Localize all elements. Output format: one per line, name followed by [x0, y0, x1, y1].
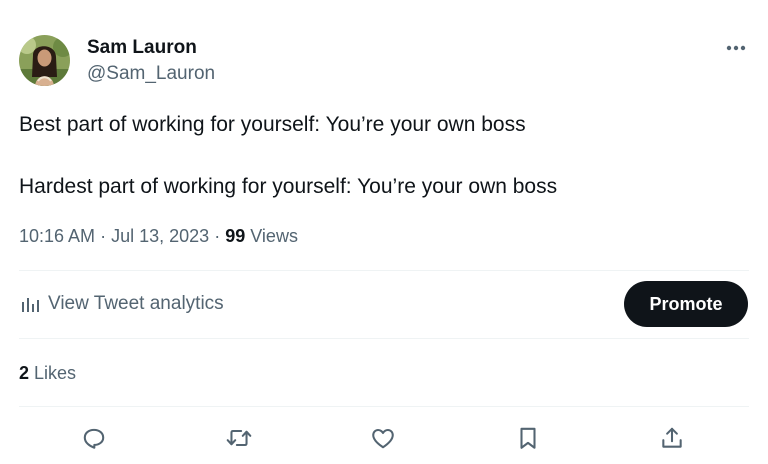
share-icon[interactable] [658, 424, 686, 452]
avatar[interactable] [19, 35, 70, 86]
likes-count: 2 [19, 363, 30, 383]
likes-count-link[interactable]: 2 Likes [19, 361, 76, 385]
tweet-detail: Sam Lauron @Sam_Lauron Best part of work… [0, 0, 768, 464]
reply-icon[interactable] [80, 424, 108, 452]
divider [19, 338, 749, 339]
tweet-meta: 10:16 AM · Jul 13, 2023 · 99 Views [19, 224, 298, 248]
tweet-text-line-2: Hardest part of working for yourself: Yo… [19, 175, 558, 198]
divider [19, 406, 749, 407]
promote-button[interactable]: Promote [624, 281, 748, 327]
like-icon[interactable] [369, 424, 397, 452]
divider [19, 270, 749, 271]
tweet-date[interactable]: Jul 13, 2023 [111, 226, 209, 246]
view-analytics-label: View Tweet analytics [48, 293, 224, 314]
views-label: Views [250, 226, 298, 246]
likes-label: Likes [34, 363, 77, 383]
views-count: 99 [225, 226, 246, 246]
view-analytics-link[interactable]: View Tweet analytics [19, 292, 224, 316]
profile-photo-icon [19, 35, 70, 86]
tweet-text-line-1: Best part of working for yourself: You’r… [19, 113, 526, 136]
meta-separator: · [100, 226, 107, 246]
bar-chart-icon [19, 293, 41, 315]
author-name[interactable]: Sam Lauron [87, 36, 197, 60]
author-handle[interactable]: @Sam_Lauron [87, 62, 215, 86]
tweet-time[interactable]: 10:16 AM [19, 226, 95, 246]
more-options-icon[interactable] [720, 36, 752, 60]
retweet-icon[interactable] [225, 424, 253, 452]
bookmark-icon[interactable] [514, 424, 542, 452]
meta-separator: · [214, 226, 221, 246]
